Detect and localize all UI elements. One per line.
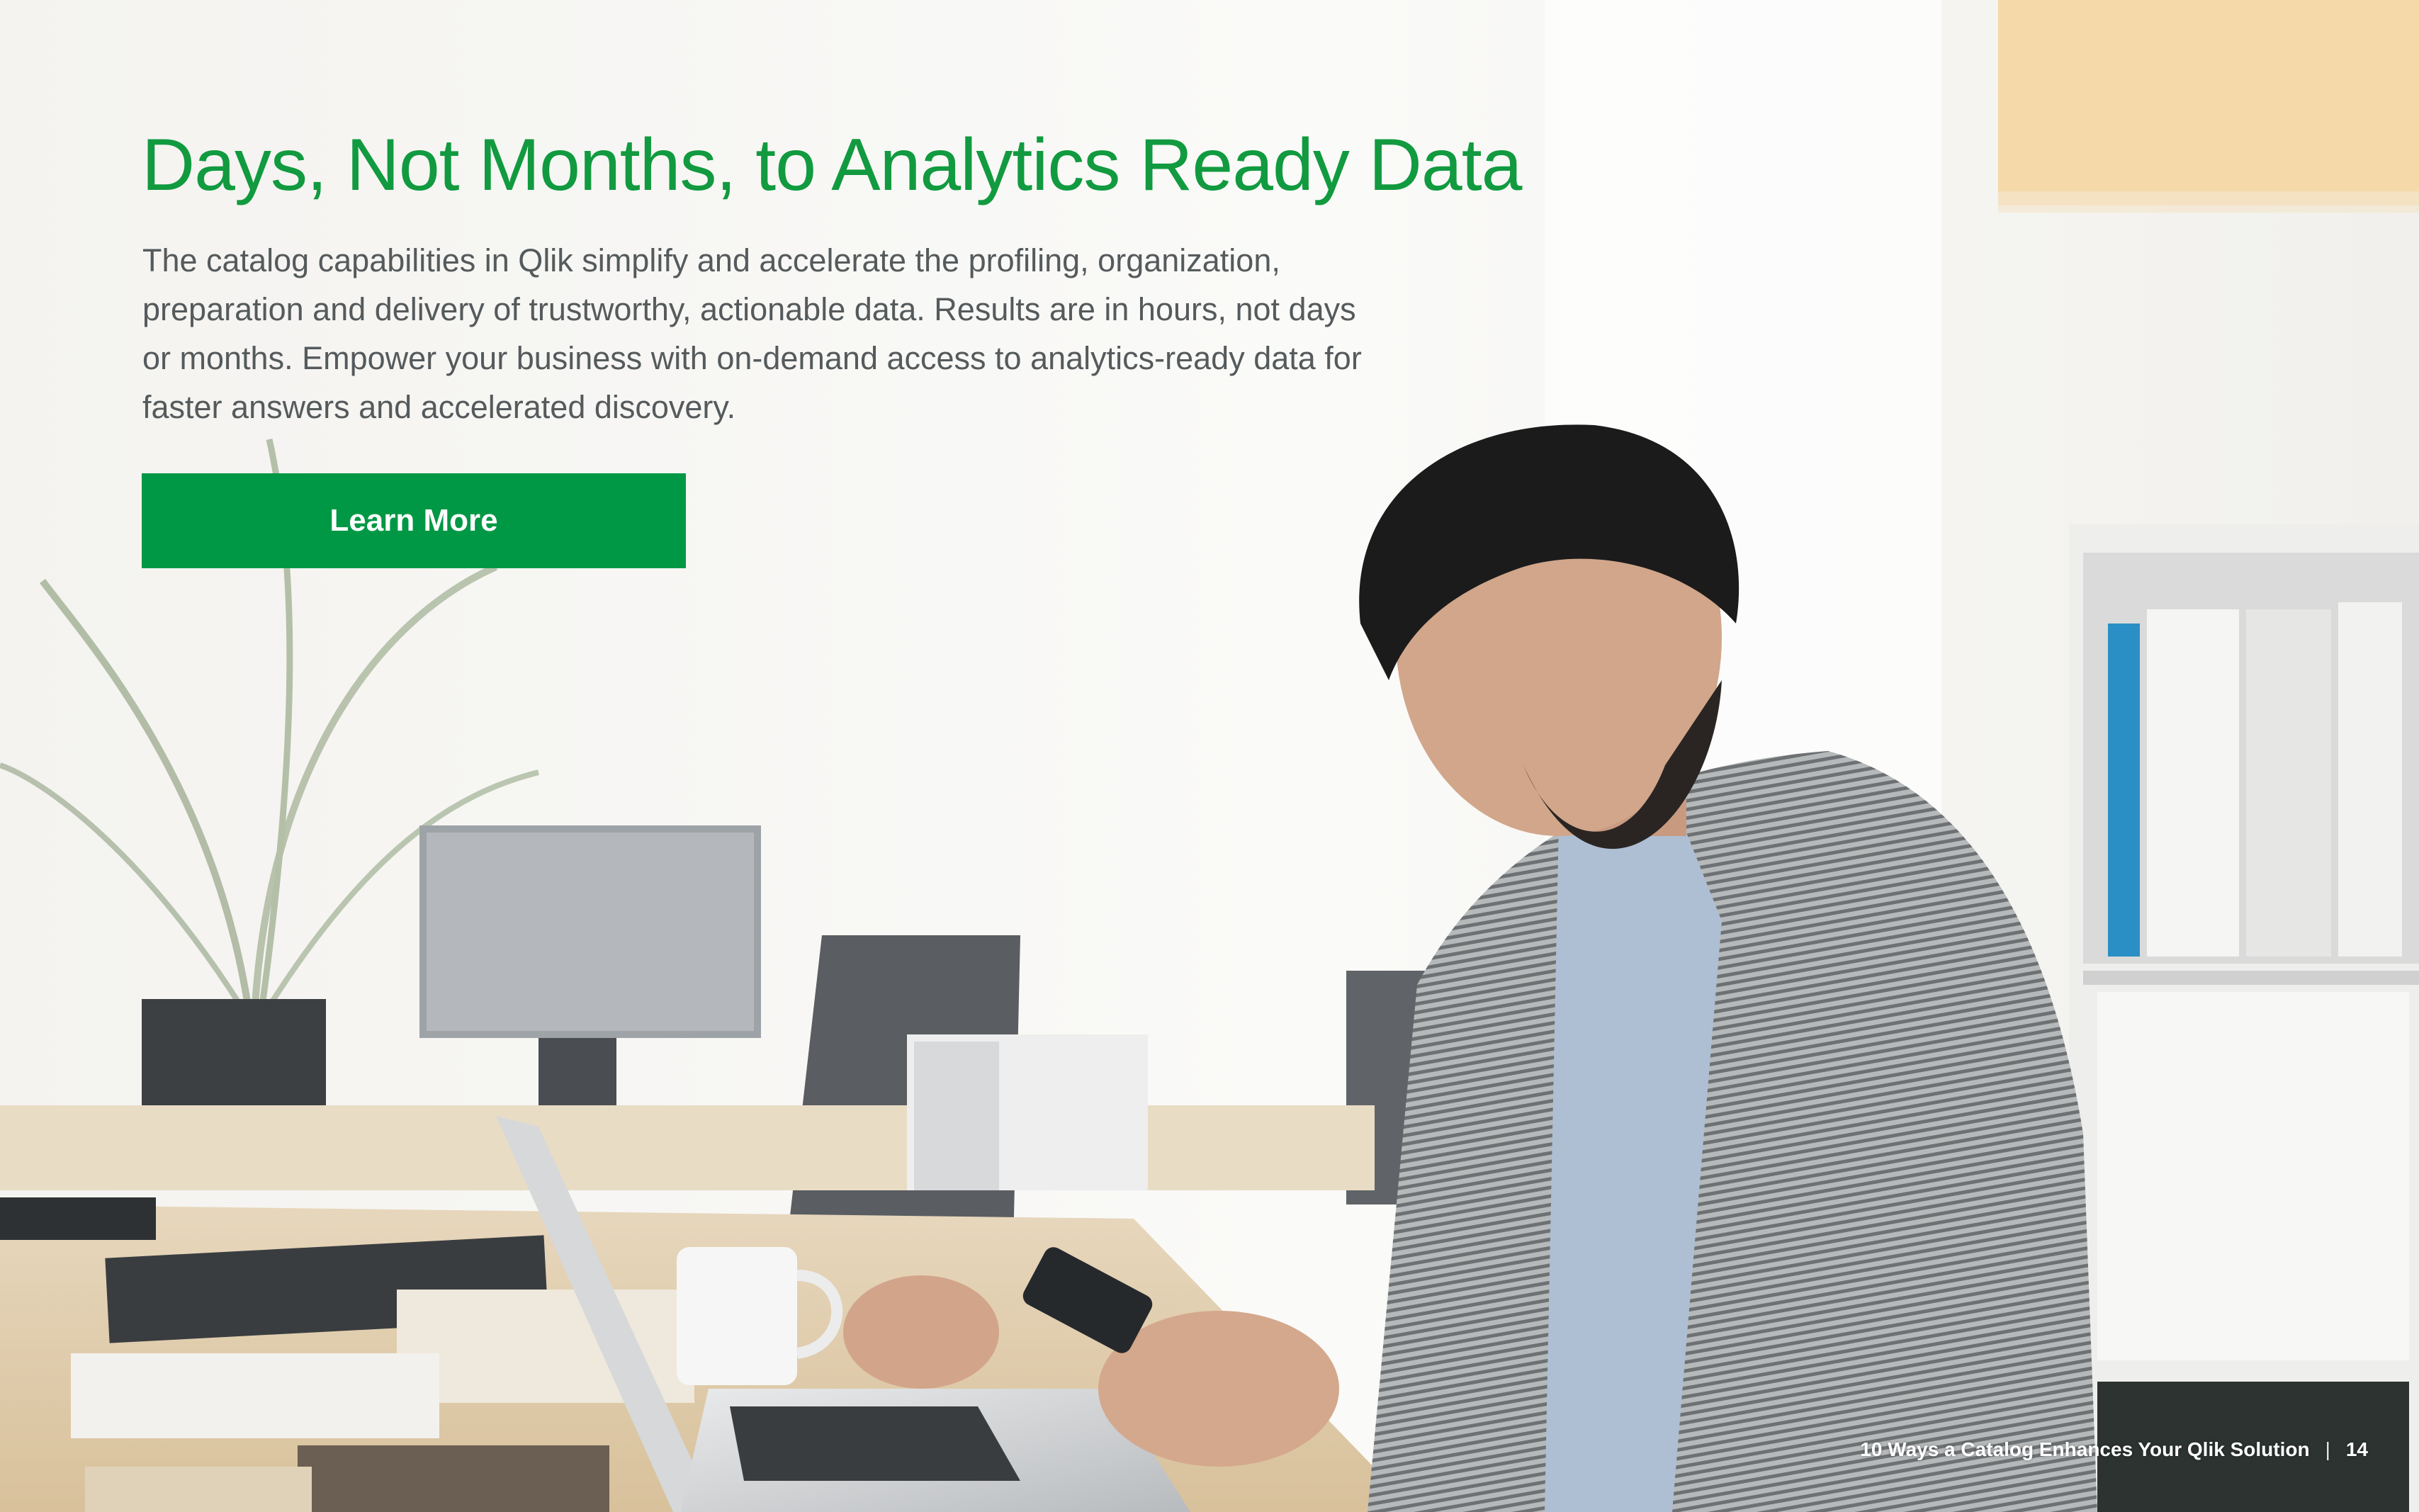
footer-separator: |	[2325, 1438, 2330, 1460]
background-photo	[0, 0, 2419, 1512]
page-number: 14	[2345, 1438, 2368, 1460]
page-title: Days, Not Months, to Analytics Ready Dat…	[142, 124, 1522, 206]
page-footer: 10 Ways a Catalog Enhances Your Qlik Sol…	[1860, 1433, 2368, 1467]
body-line: faster answers and accelerated discovery…	[142, 389, 736, 425]
body-line: The catalog capabilities in Qlik simplif…	[142, 242, 1280, 278]
body-line: or months. Empower your business with on…	[142, 340, 1362, 376]
document-title: 10 Ways a Catalog Enhances Your Qlik Sol…	[1860, 1438, 2310, 1460]
intro-paragraph: The catalog capabilities in Qlik simplif…	[142, 236, 1418, 431]
learn-more-button[interactable]: Learn More	[142, 473, 686, 568]
body-line: preparation and delivery of trustworthy,…	[142, 291, 1356, 327]
